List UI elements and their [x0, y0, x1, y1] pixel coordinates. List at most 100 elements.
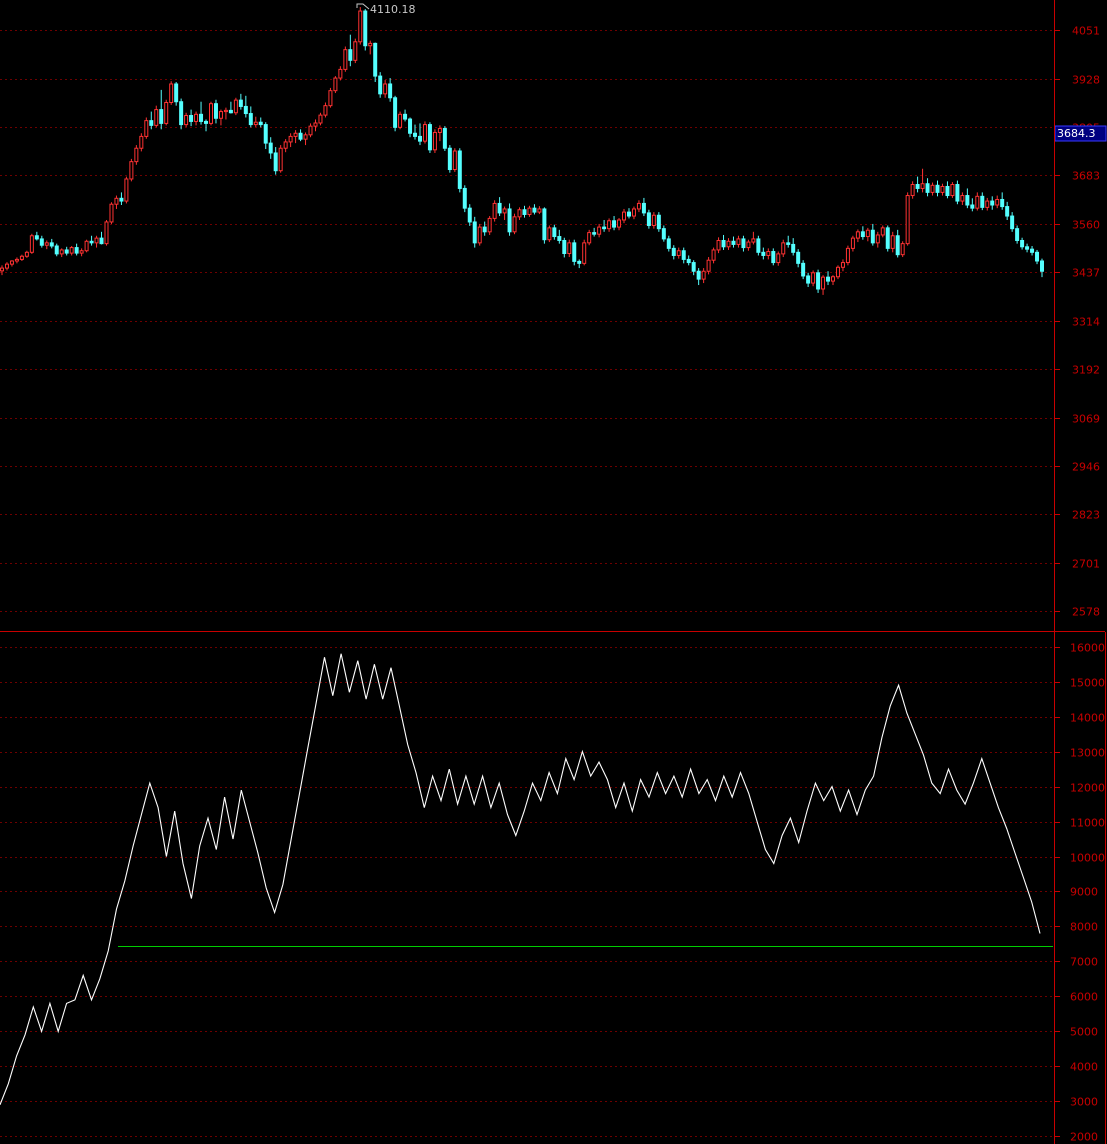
candle-body: [502, 208, 507, 214]
candle-body: [184, 115, 189, 126]
candle-body: [343, 49, 348, 70]
candle-body: [437, 128, 442, 133]
candle-body: [169, 83, 174, 104]
candle-body: [875, 234, 880, 244]
candle-body: [353, 41, 358, 61]
candle-body: [64, 249, 69, 254]
candle-body: [816, 272, 821, 290]
candle-body: [383, 83, 388, 95]
candle: [393, 95, 398, 132]
candle: [124, 176, 129, 204]
candle-body: [761, 251, 766, 256]
candle-body: [860, 231, 865, 238]
candle-body: [194, 113, 199, 122]
candle-body: [1005, 206, 1010, 217]
candle-body: [865, 229, 870, 238]
candle-body: [164, 102, 169, 124]
candle-body: [940, 185, 945, 193]
candle-body: [467, 207, 472, 223]
indicator-tick-label: 10000: [1070, 852, 1105, 865]
candle-body: [218, 111, 223, 119]
candle-body: [119, 197, 124, 202]
candle-body: [955, 184, 960, 202]
candle-body: [208, 103, 213, 124]
candle-body: [472, 221, 477, 244]
candle: [84, 239, 89, 253]
candle-body: [791, 243, 796, 253]
candle-body: [990, 200, 995, 206]
candle: [432, 129, 437, 153]
price-tick-label: 2946: [1072, 461, 1100, 474]
candle: [353, 38, 358, 64]
stock-chart: 4051392838053683356034373314319230692946…: [0, 0, 1107, 1144]
candle-body: [363, 10, 368, 47]
price-tick-label: 3069: [1072, 413, 1100, 426]
candle-body: [905, 195, 910, 245]
candle: [1015, 225, 1020, 244]
candle: [343, 46, 348, 72]
candle-body: [288, 135, 293, 143]
candle: [816, 269, 821, 293]
candle-body: [626, 211, 631, 217]
candle-body: [885, 227, 890, 249]
candle-body: [676, 250, 681, 256]
candle: [373, 42, 378, 83]
indicator-tick-label: 4000: [1070, 1061, 1098, 1074]
candle: [462, 185, 467, 213]
indicator-tick-label: 8000: [1070, 921, 1098, 934]
candle-body: [492, 202, 497, 219]
candle-body: [124, 178, 129, 202]
candle-body: [895, 235, 900, 256]
candle-body: [482, 226, 487, 233]
candle-body: [736, 238, 741, 245]
candle-body: [597, 226, 602, 235]
candle-body: [14, 258, 19, 262]
indicator-tick-label: 7000: [1070, 956, 1098, 969]
candle: [233, 97, 238, 116]
candle: [457, 148, 462, 193]
indicator-tick-label: 5000: [1070, 1026, 1098, 1039]
candle-body: [129, 161, 134, 180]
candle-body: [965, 195, 970, 206]
candle-body: [293, 132, 298, 137]
high-marker-label: 4110.18: [370, 3, 416, 16]
candle-body: [323, 105, 328, 116]
candle-body: [721, 239, 726, 248]
candle-body: [636, 202, 641, 210]
candle-body: [74, 247, 79, 254]
candle-body: [756, 238, 761, 253]
candle: [134, 145, 139, 165]
candle-body: [432, 131, 437, 151]
candle-body: [806, 275, 811, 284]
candle: [129, 158, 134, 182]
candle: [487, 216, 492, 235]
candle-body: [935, 184, 940, 193]
chart-background: [0, 0, 1107, 1144]
candle-body: [447, 147, 452, 171]
candle-body: [348, 49, 353, 61]
candle: [328, 87, 333, 108]
candle-body: [542, 208, 547, 241]
candle-body: [696, 270, 701, 280]
candle-body: [308, 125, 313, 136]
candle-body: [19, 255, 24, 260]
candle-body: [24, 251, 29, 257]
price-tick-label: 3683: [1072, 170, 1100, 183]
candle-body: [567, 242, 572, 254]
candle: [756, 235, 761, 256]
candle: [656, 212, 661, 232]
candle: [179, 98, 184, 130]
candle-body: [517, 209, 522, 218]
candle-body: [925, 183, 930, 193]
indicator-tick-label: 3000: [1070, 1096, 1098, 1109]
candle-body: [422, 124, 427, 142]
candle-body: [741, 238, 746, 249]
candle-body: [174, 83, 179, 103]
candle-body: [398, 113, 403, 128]
price-tick-label: 2578: [1072, 606, 1100, 619]
candle-body: [622, 211, 627, 221]
candle-body: [403, 113, 408, 120]
candle-body: [417, 135, 422, 142]
candle-body: [801, 262, 806, 277]
candle-body: [706, 259, 711, 272]
